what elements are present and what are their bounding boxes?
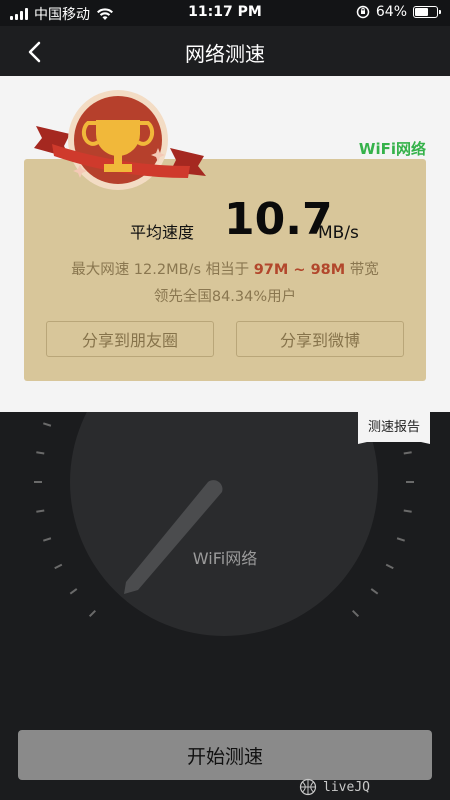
basketball-icon (299, 778, 317, 796)
network-type-tag: WiFi网络 (358, 140, 426, 158)
gauge-network-label: WiFi网络 (192, 549, 258, 568)
watermark-text: liveJQ (323, 779, 370, 795)
report-tab-notch (358, 436, 430, 444)
orientation-lock-icon (356, 5, 370, 19)
bandwidth-highlight: 97M ~ 98M (253, 262, 346, 278)
share-weibo-button[interactable]: 分享到微博 (236, 321, 404, 357)
nav-bar: 网络测速 (0, 26, 450, 76)
battery-percent: 64% (375, 4, 407, 20)
max-speed-line: 最大网速 12.2MB/s 相当于 97M ~ 98M 带宽 (24, 258, 426, 279)
speed-value: 10.7 (224, 194, 333, 245)
gauge-tick (36, 451, 45, 455)
gauge-tick (42, 422, 52, 427)
battery-icon (413, 6, 441, 18)
average-speed-label: 平均速度 (130, 223, 195, 242)
gauge-tick (69, 588, 78, 595)
max-speed-suffix: 带宽 (345, 262, 379, 278)
gauge-tick (36, 509, 45, 513)
trophy-icon (34, 90, 206, 190)
page-title: 网络测速 (185, 42, 265, 66)
share-moments-button[interactable]: 分享到朋友圈 (46, 321, 214, 357)
watermark: liveJQ (299, 778, 370, 796)
max-speed-prefix: 最大网速 12.2MB/s 相当于 (71, 262, 254, 278)
gauge-tick (42, 537, 52, 542)
start-test-button[interactable]: 开始测速 (18, 730, 432, 780)
gauge-tick (370, 588, 379, 595)
gauge-tick (403, 509, 412, 513)
gauge-tick (403, 451, 412, 455)
gauge-tick (351, 609, 360, 618)
gauge-tick (396, 537, 406, 542)
speed-test-screen: 中国移动 11:17 PM 64% 网络测速 WiFi网络 平均速度 10.7 … (0, 0, 450, 800)
speed-unit: MB/s (318, 223, 359, 243)
status-bar: 中国移动 11:17 PM 64% (0, 0, 450, 26)
gauge-tick (88, 609, 97, 618)
status-right: 64% (356, 4, 441, 20)
ranking-line: 领先全国84.34%用户 (153, 289, 297, 305)
